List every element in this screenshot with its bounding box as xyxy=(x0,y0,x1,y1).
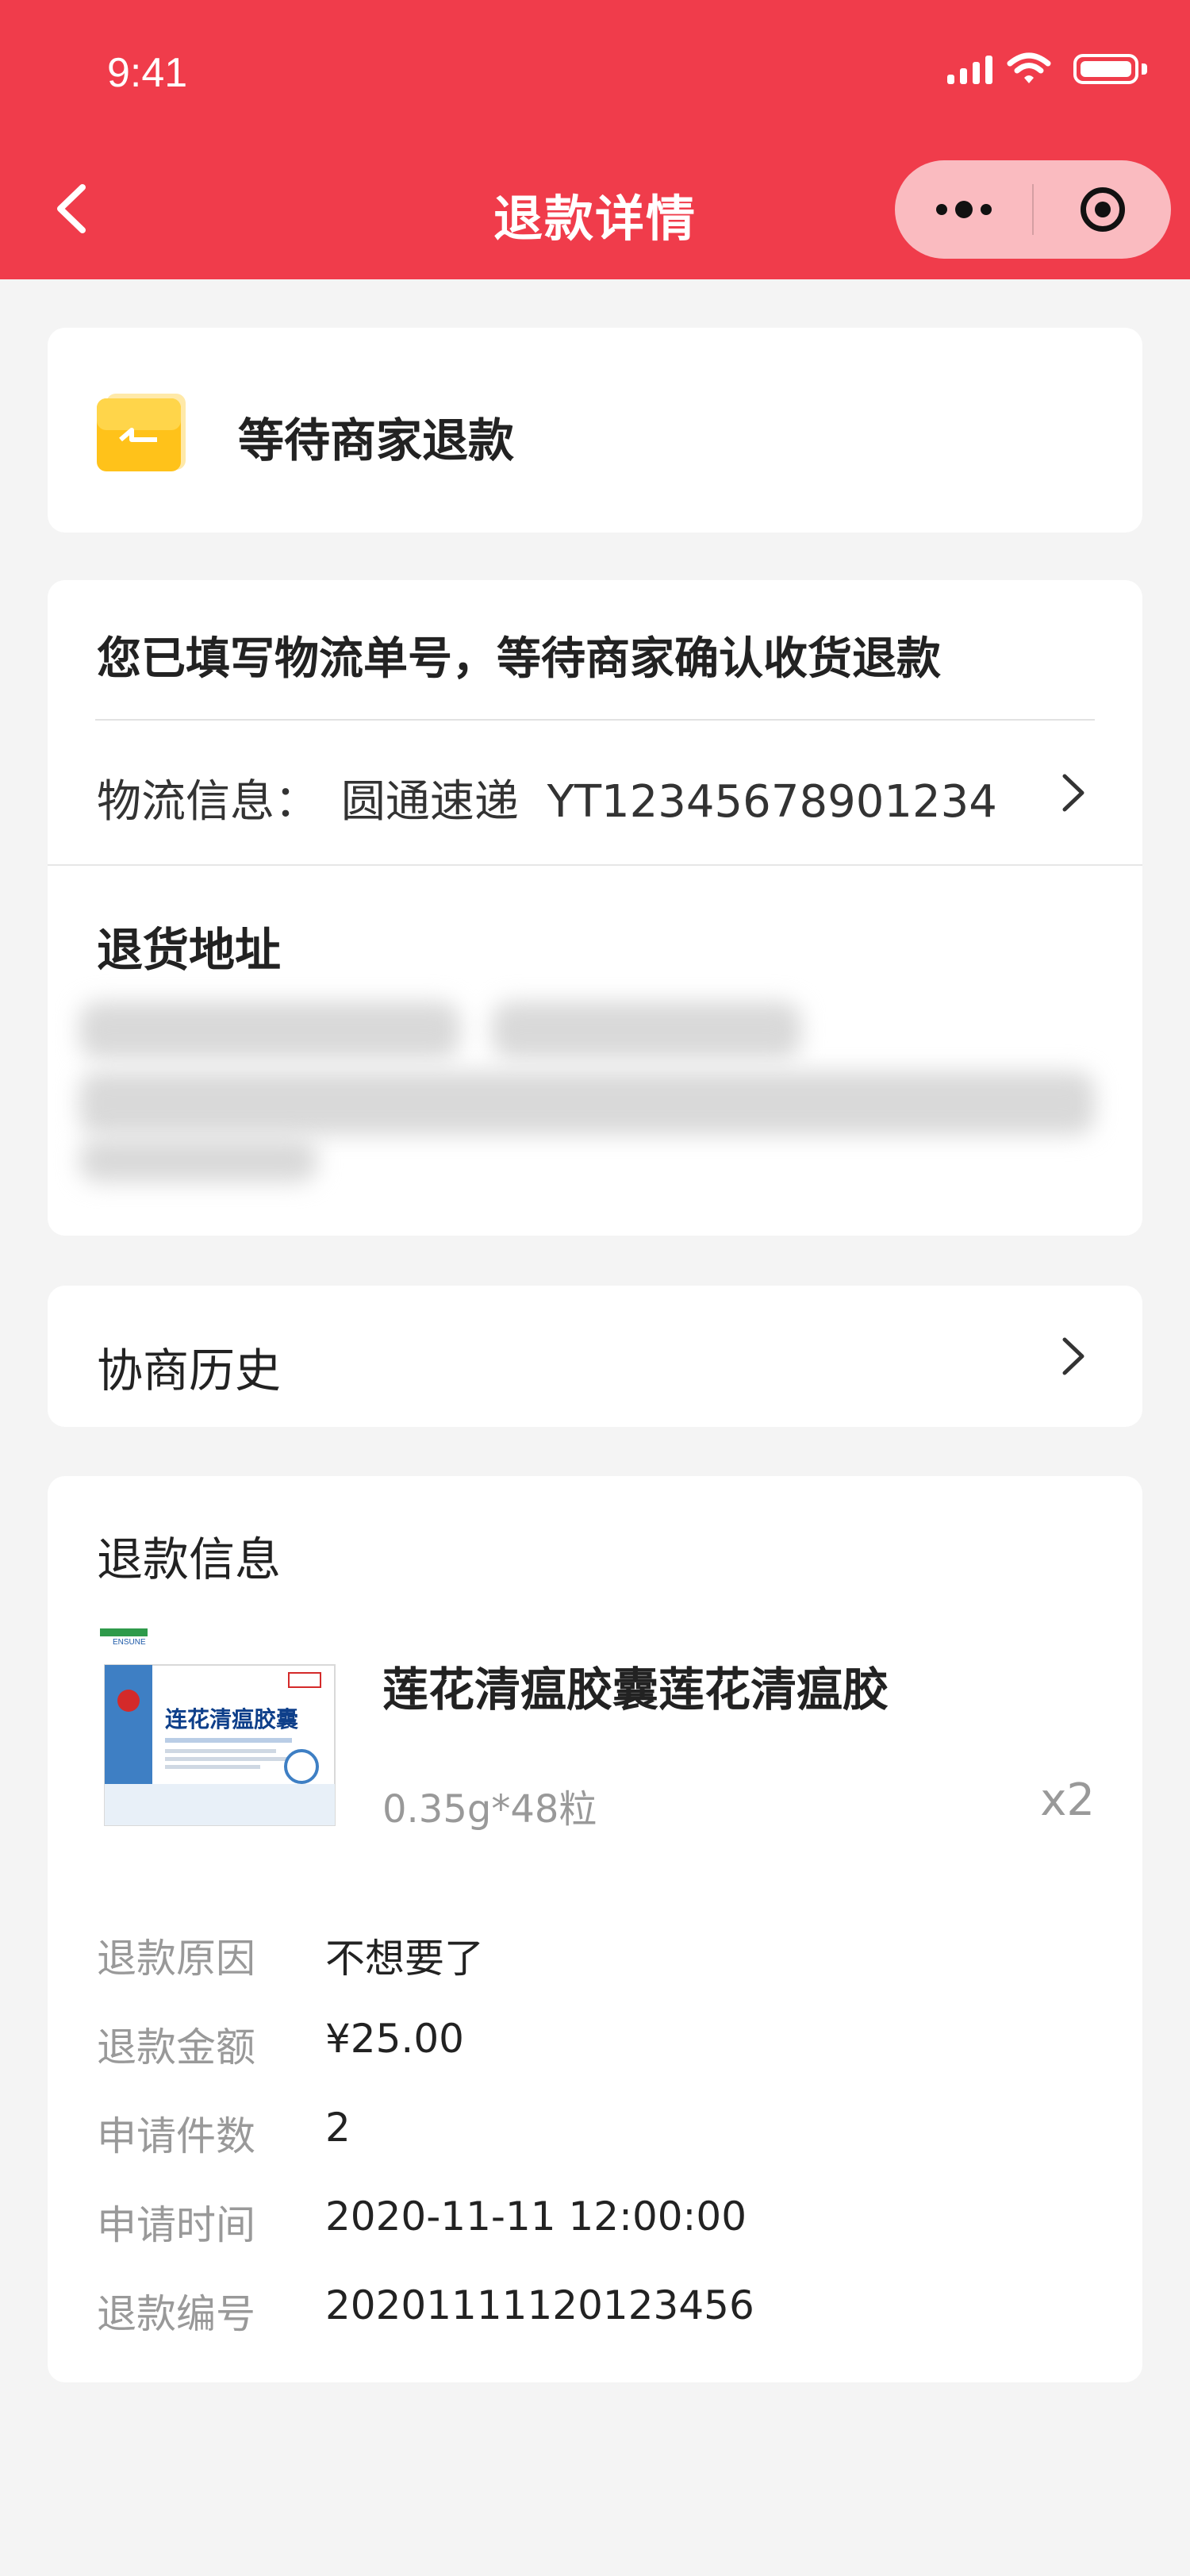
return-address-title: 退货地址 xyxy=(97,923,282,977)
product-spec: 0.35g*48粒 xyxy=(382,1787,597,1832)
negotiation-history-label: 协商历史 xyxy=(97,1344,282,1398)
logistics-notice: 您已填写物流单号，等待商家确认收货退款 xyxy=(97,633,941,685)
status-bar-icons xyxy=(947,52,1147,86)
divider xyxy=(48,864,1142,866)
chevron-right-icon[interactable] xyxy=(1060,1335,1087,1378)
status-bar-time: 9:41 xyxy=(107,50,188,96)
logistics-info-row[interactable]: 物流信息： 圆通速递 YT12345678901234 xyxy=(97,766,997,830)
refund-status-text: 等待商家退款 xyxy=(238,413,515,467)
more-menu-button[interactable] xyxy=(895,160,1032,259)
folder-icon xyxy=(97,394,186,471)
refund-amount-label: 退款金额 xyxy=(97,2024,255,2070)
more-dot-icon xyxy=(935,204,947,215)
apply-time-label: 申请时间 xyxy=(97,2202,255,2248)
refund-reason-value: 不想要了 xyxy=(325,1936,484,1982)
chevron-right-icon[interactable] xyxy=(1060,771,1087,814)
refund-reason-label: 退款原因 xyxy=(97,1936,255,1982)
blurred-address xyxy=(79,1002,460,1059)
logistics-label: 物流信息： xyxy=(97,776,319,828)
blurred-address-detail xyxy=(79,1071,1095,1135)
battery-icon xyxy=(1073,54,1138,84)
refund-status-card xyxy=(48,328,1142,533)
signal-icon xyxy=(947,54,992,84)
logistics-carrier: 圆通速递 xyxy=(340,776,519,828)
divider xyxy=(95,719,1095,721)
target-icon xyxy=(1080,187,1125,232)
more-dot-icon xyxy=(980,204,992,215)
blurred-phone xyxy=(492,1002,801,1059)
apply-count-label: 申请件数 xyxy=(97,2113,255,2159)
logistics-tracking-number: YT12345678901234 xyxy=(547,776,997,828)
brand-text: ENSUNE xyxy=(113,1638,146,1647)
refund-number-value: 20201111120123456 xyxy=(325,2282,754,2328)
apply-time-value: 2020-11-11 12:00:00 xyxy=(325,2193,747,2240)
mini-program-capsule xyxy=(895,160,1171,259)
refund-number-label: 退款编号 xyxy=(97,2291,255,2337)
refund-amount-value: ¥25.00 xyxy=(325,2016,464,2062)
product-quantity: x2 xyxy=(1040,1774,1095,1826)
more-dot-icon xyxy=(954,201,973,218)
product-image[interactable]: ENSUNE 连花清瘟胶囊 xyxy=(97,1625,343,1832)
close-miniprogram-button[interactable] xyxy=(1034,160,1171,259)
apply-count-value: 2 xyxy=(325,2105,351,2151)
box-title-text: 连花清瘟胶囊 xyxy=(165,1706,298,1732)
refund-info-title: 退款信息 xyxy=(97,1532,282,1586)
battery-cap xyxy=(1142,63,1147,75)
wifi-icon xyxy=(1007,52,1051,83)
product-name[interactable]: 莲花清瘟胶囊莲花清瘟胶 xyxy=(382,1652,889,1719)
blurred-address-tail xyxy=(79,1138,317,1182)
